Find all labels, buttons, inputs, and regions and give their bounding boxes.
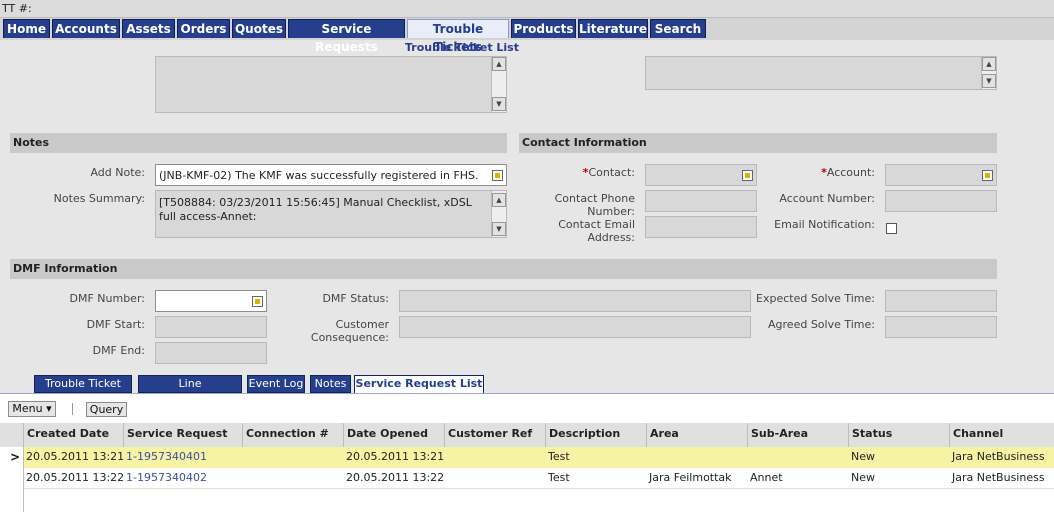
scroll-up-icon[interactable]: ▲ (492, 57, 506, 71)
contact-email-field[interactable] (645, 216, 757, 238)
dmf-number-field[interactable] (155, 290, 267, 312)
notes-summary-value: [T508884: 03/23/2011 15:56:45] Manual Ch… (159, 196, 472, 223)
top-bar: TT #: (0, 0, 1054, 18)
description-textarea[interactable]: ▲ ▼ (155, 56, 507, 113)
view-tab-service-request-list[interactable]: Service Request List (354, 375, 484, 393)
menu-button[interactable]: Menu ▾ (8, 401, 56, 417)
cell-service-request-id-link[interactable]: 1-1957340401 (124, 447, 242, 467)
account-picker-icon[interactable] (982, 170, 993, 181)
toolbar-divider (72, 403, 73, 415)
table-row[interactable]: 20.05.2011 13:21:48 1-1957340401 20.05.2… (24, 447, 1054, 468)
cell-description: Test (548, 471, 570, 484)
view-tab-notes[interactable]: Notes (310, 375, 351, 393)
tab-assets[interactable]: Assets (122, 19, 175, 38)
col-created-date[interactable]: Created Date (24, 423, 124, 447)
contact-picker-icon[interactable] (742, 170, 753, 181)
cell-channel: Jara NetBusiness (952, 471, 1045, 484)
expected-solve-time-label: Expected Solve Time: (756, 292, 875, 305)
col-customer-ref[interactable]: Customer Ref # (445, 423, 546, 462)
scroll-down-icon[interactable]: ▼ (492, 97, 506, 111)
account-field[interactable] (885, 164, 997, 186)
col-area[interactable]: Area (647, 423, 748, 447)
tab-trouble-tickets[interactable]: Trouble Tickets (407, 19, 509, 54)
tab-literature[interactable]: Literature (578, 19, 648, 38)
tab-quotes[interactable]: Quotes (232, 19, 286, 38)
scroll-down-icon[interactable]: ▼ (492, 222, 506, 236)
dmf-start-label: DMF Start: (86, 318, 145, 331)
cell-service-request-id-link[interactable]: 1-1957340402 (124, 468, 242, 488)
cell-status: New (851, 471, 875, 484)
note-picker-icon[interactable] (492, 170, 503, 181)
col-status[interactable]: Status (849, 423, 950, 447)
scroll-up-icon[interactable]: ▲ (982, 57, 996, 71)
cell-created-date: 20.05.2011 13:22:23 (26, 471, 123, 484)
page-subtitle-link[interactable]: Trouble Ticket List (405, 41, 519, 54)
account-label: *Account: (821, 166, 875, 179)
view-tab-line-measurements[interactable]: Line Measurements (138, 375, 242, 406)
col-channel[interactable]: Channel (950, 423, 1054, 447)
tab-orders[interactable]: Orders (177, 19, 230, 38)
add-note-label: Add Note: (90, 166, 145, 179)
cell-created-date: 20.05.2011 13:21:48 (26, 450, 123, 463)
col-connection[interactable]: Connection # (243, 423, 344, 447)
tab-service-requests[interactable]: Service Requests (288, 19, 405, 54)
cell-channel: Jara NetBusiness (952, 450, 1045, 463)
scrollbar[interactable]: ▲ ▼ (491, 191, 506, 237)
view-tab-event-log[interactable]: Event Log (247, 375, 305, 393)
cell-status: New (851, 450, 875, 463)
dmf-start-field[interactable] (155, 316, 267, 338)
grid-corner (0, 423, 24, 447)
tab-home[interactable]: Home (3, 19, 50, 38)
contact-field[interactable] (645, 164, 757, 186)
query-button[interactable]: Query (86, 402, 127, 417)
tab-products[interactable]: Products (511, 19, 576, 38)
contact-phone-label: Contact Phone Number: (554, 192, 635, 218)
dmf-status-field[interactable] (399, 290, 751, 312)
tt-label: TT #: (2, 2, 32, 15)
tab-accounts[interactable]: Accounts (52, 19, 120, 38)
scrollbar[interactable]: ▲ ▼ (981, 57, 996, 89)
cell-description: Test (548, 450, 570, 463)
contact-section-header: Contact Information (519, 133, 997, 153)
notes-section-header: Notes (10, 133, 507, 153)
account-number-label: Account Number: (779, 192, 875, 205)
col-description[interactable]: Description (546, 423, 647, 447)
cell-date-opened: 20.05.2011 13:22:23 (346, 471, 444, 484)
dmf-picker-icon[interactable] (252, 296, 263, 307)
selected-row-indicator: > (10, 450, 21, 464)
customer-consequence-label: Customer Consequence: (310, 318, 389, 344)
account-number-field[interactable] (885, 190, 997, 212)
scroll-up-icon[interactable]: ▲ (492, 193, 506, 207)
contact-label: *Contact: (582, 166, 635, 179)
dmf-end-field[interactable] (155, 342, 267, 364)
scroll-down-icon[interactable]: ▼ (982, 74, 996, 88)
dmf-end-label: DMF End: (92, 344, 145, 357)
resolution-textarea[interactable]: ▲ ▼ (645, 56, 997, 90)
dmf-status-label: DMF Status: (322, 292, 389, 305)
cell-date-opened: 20.05.2011 13:21:48 (346, 450, 444, 463)
col-sub-area[interactable]: Sub-Area (748, 423, 849, 447)
add-note-value: (JNB-KMF-02) The KMF was successfully re… (159, 169, 479, 182)
col-service-request-id[interactable]: Service Request Id (124, 423, 243, 462)
col-date-opened[interactable]: Date Opened (344, 423, 445, 447)
notes-summary-label: Notes Summary: (53, 192, 145, 205)
dmf-section-header: DMF Information (10, 259, 997, 279)
cell-sub-area: Annet (750, 471, 783, 484)
customer-consequence-field[interactable] (399, 316, 751, 338)
cell-area: Jara Feilmottak (649, 471, 732, 484)
view-tab-trouble-ticket-list[interactable]: Trouble Ticket List (34, 375, 132, 406)
email-notification-checkbox[interactable] (886, 223, 897, 234)
table-row[interactable]: 20.05.2011 13:22:23 1-1957340402 20.05.2… (24, 468, 1054, 489)
email-notification-label: Email Notification: (774, 218, 875, 231)
contact-phone-field[interactable] (645, 190, 757, 212)
dmf-number-label: DMF Number: (69, 292, 146, 305)
notes-summary-textarea[interactable]: [T508884: 03/23/2011 15:56:45] Manual Ch… (155, 190, 507, 238)
scrollbar[interactable]: ▲ ▼ (491, 57, 506, 112)
expected-solve-time-field[interactable] (885, 290, 997, 312)
tab-search[interactable]: Search (650, 19, 706, 38)
contact-email-label: Contact Email Address: (558, 218, 635, 244)
agreed-solve-time-field[interactable] (885, 316, 997, 338)
agreed-solve-time-label: Agreed Solve Time: (768, 318, 875, 331)
add-note-field[interactable]: (JNB-KMF-02) The KMF was successfully re… (155, 164, 507, 186)
